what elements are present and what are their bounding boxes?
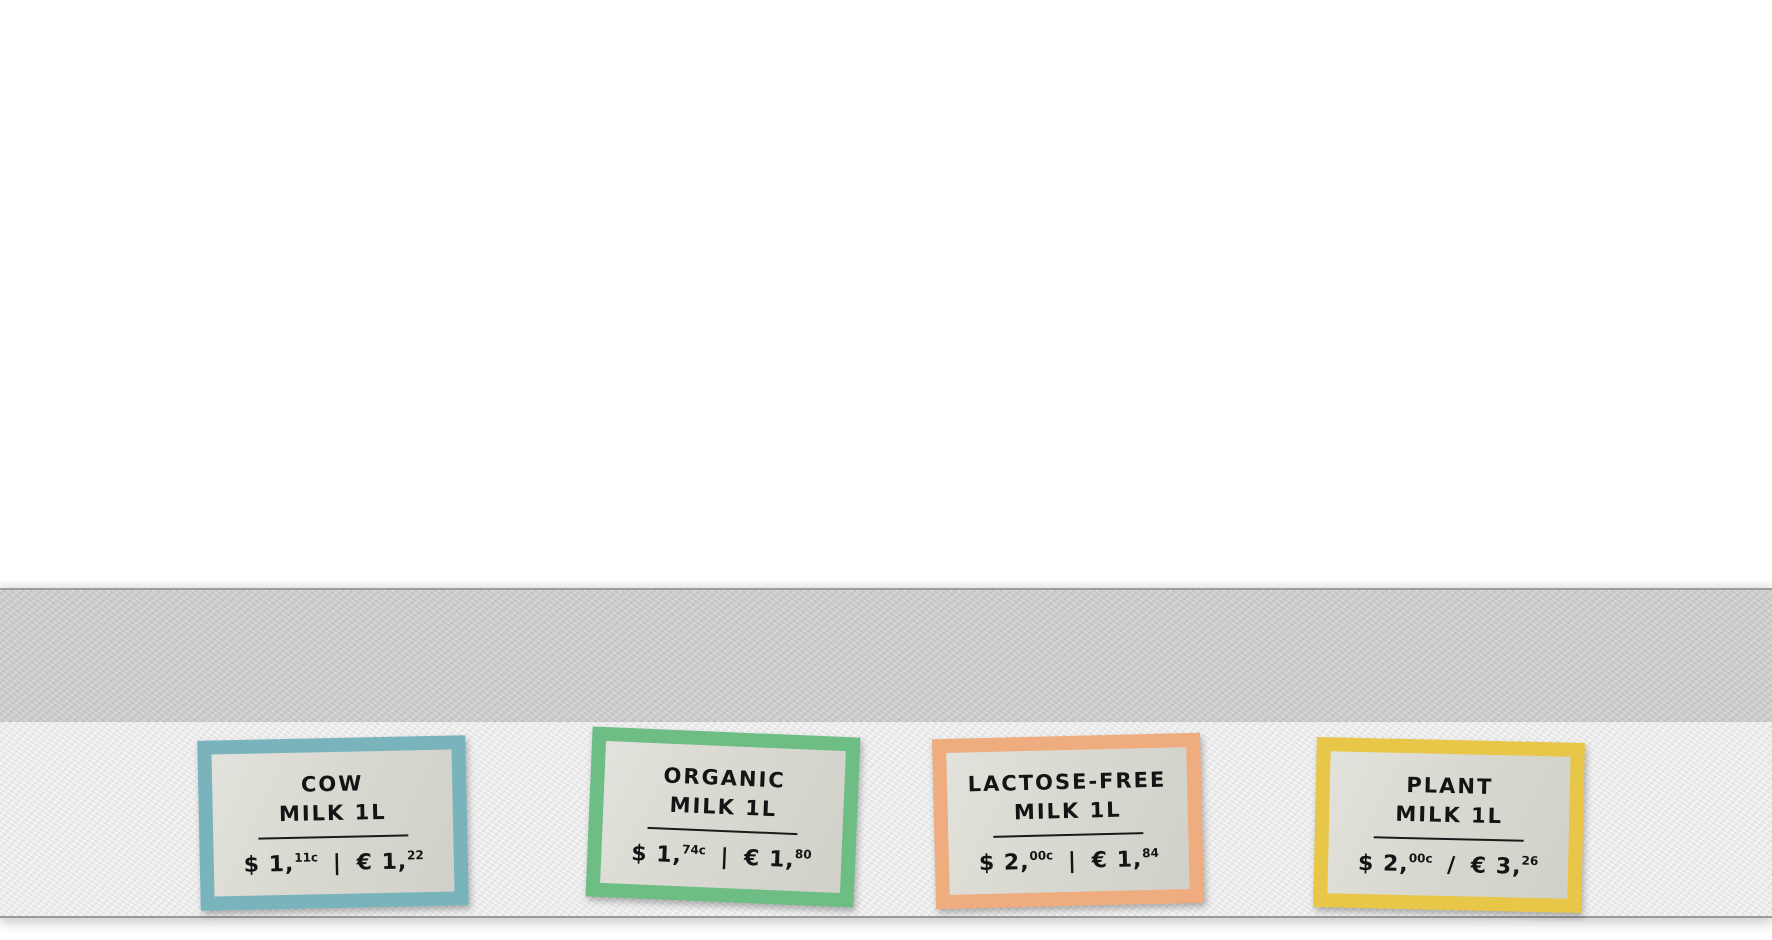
eur-price-cents: 22	[406, 848, 424, 863]
product-name-line2: MILK 1L	[1395, 801, 1504, 829]
price-tag-card: COW MILK 1L $ 1,11c | € 1,22	[211, 749, 455, 897]
price-tag-plant-milk[interactable]: PLANT MILK 1L $ 2,00c / € 3,26	[1313, 736, 1585, 914]
price-tag-organic-milk[interactable]: ORGANIC MILK 1L $ 1,74c | € 1,80	[585, 726, 861, 908]
price-tag-card: ORGANIC MILK 1L $ 1,74c | € 1,80	[600, 741, 846, 893]
price-tag-card: LACTOSE-FREE MILK 1L $ 2,00c | € 1,84	[946, 747, 1190, 895]
price-tag-lactose-free-milk[interactable]: LACTOSE-FREE MILK 1L $ 2,00c | € 1,84	[931, 732, 1205, 910]
product-name-line2: MILK 1L	[1013, 797, 1122, 825]
eur-price-main: € 1,	[743, 845, 796, 874]
eur-price-cents: 26	[1521, 853, 1539, 869]
product-name-line2: MILK 1L	[278, 799, 387, 827]
usd-price-main: $ 2,	[978, 849, 1030, 877]
eur-price-cents: 80	[794, 847, 812, 862]
price-line: $ 1,11c | € 1,22	[214, 847, 454, 878]
price-line: $ 2,00c / € 3,26	[1328, 849, 1569, 880]
divider-line	[993, 832, 1144, 838]
price-line: $ 1,74c | € 1,80	[601, 839, 842, 875]
price-separator: |	[719, 844, 730, 871]
divider-line	[258, 834, 409, 840]
price-line: $ 2,00c | € 1,84	[949, 845, 1190, 877]
price-separator: |	[332, 850, 343, 877]
shelf-scene: COW MILK 1L $ 1,11c | € 1,22 ORGANIC MIL…	[0, 0, 1772, 940]
usd-price-cents: 11c	[294, 850, 319, 865]
usd-price-cents: 00c	[1408, 851, 1433, 866]
price-separator: |	[1067, 848, 1078, 875]
divider-line	[1373, 836, 1524, 842]
shelf-top-surface	[0, 588, 1772, 724]
price-separator: /	[1446, 852, 1457, 879]
divider-line	[647, 826, 798, 836]
usd-price-main: $ 2,	[1357, 850, 1409, 878]
price-tag-cow-milk[interactable]: COW MILK 1L $ 1,11c | € 1,22	[197, 735, 469, 911]
price-tag-card: PLANT MILK 1L $ 2,00c / € 3,26	[1327, 751, 1571, 899]
usd-price-main: $ 1,	[630, 841, 683, 869]
usd-price-cents: 74c	[681, 842, 707, 858]
eur-price-main: € 3,	[1470, 853, 1522, 880]
eur-price-main: € 1,	[1091, 847, 1143, 874]
eur-price-main: € 1,	[356, 849, 408, 876]
product-name-line1: LACTOSE-FREE	[967, 767, 1167, 797]
usd-price-main: $ 1,	[243, 851, 295, 878]
eur-price-cents: 84	[1142, 845, 1160, 861]
usd-price-cents: 00c	[1029, 848, 1054, 863]
